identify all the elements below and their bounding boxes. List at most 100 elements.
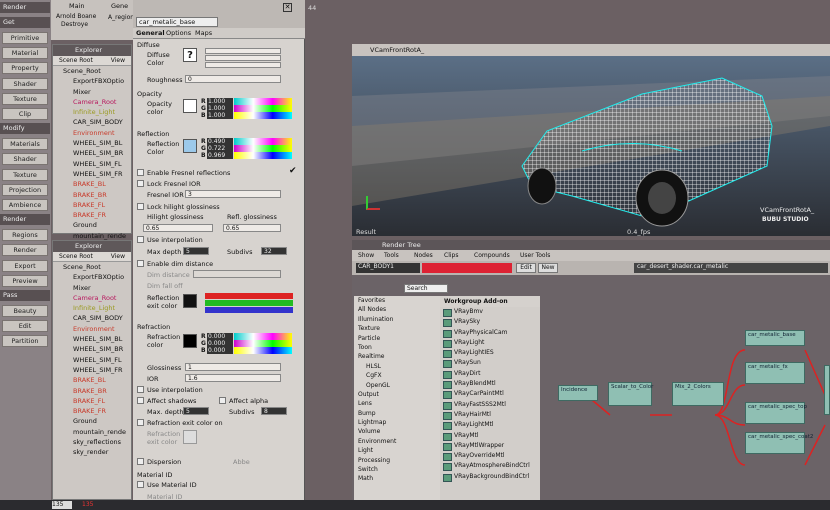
channel-slider[interactable] — [234, 138, 292, 145]
diffuse-color-swatch[interactable]: ? — [183, 48, 197, 62]
use-mat-id-checkbox[interactable] — [137, 481, 144, 488]
opacity-swatch[interactable] — [183, 99, 197, 113]
tree-node[interactable]: BRAKE_BR — [63, 386, 131, 396]
refl-gloss-field[interactable]: 0.65 — [223, 224, 281, 232]
category-item[interactable]: Math — [358, 474, 440, 483]
button-shader[interactable]: Shader — [2, 77, 48, 90]
menu-tools[interactable]: Tools — [384, 252, 399, 259]
explorer-scope[interactable]: Scene Root View — [53, 252, 131, 262]
ior-field[interactable]: 1.6 — [185, 374, 281, 382]
max-depth-field[interactable]: 5 — [183, 247, 209, 255]
category-item[interactable]: Volume — [358, 427, 440, 436]
dim-distance-field[interactable] — [193, 270, 281, 278]
category-item[interactable]: Particle — [358, 334, 440, 343]
category-item[interactable]: Switch — [358, 465, 440, 474]
tree-node[interactable]: WHEEL_SIM_FR — [63, 365, 131, 375]
button-materials[interactable]: Materials — [2, 138, 48, 151]
channel-slider[interactable] — [234, 145, 292, 152]
tree-node[interactable]: WHEEL_SIM_FR — [63, 169, 131, 179]
tree-node[interactable]: ExportFBXOptio — [63, 76, 131, 86]
category-item[interactable]: Texture — [358, 324, 440, 333]
shader-item[interactable]: VRayMtlWrapper — [440, 441, 540, 452]
shader-item[interactable]: VRayPhysicalCam — [440, 328, 540, 338]
node-spec-coat2[interactable]: car_metalic_spec_coat2 — [745, 432, 813, 454]
fresnel-ior-field[interactable]: 3 — [185, 190, 281, 198]
category-item[interactable]: Favorites — [358, 296, 440, 305]
use-interp-checkbox[interactable] — [137, 236, 144, 243]
render-viewport[interactable]: VCamFrontRotA_ BUBU STUDIO 0.4_fps Resul… — [352, 56, 830, 236]
refr-exit-on-checkbox[interactable] — [137, 419, 144, 426]
shader-item[interactable]: VRayMtl — [440, 431, 540, 441]
shader-item[interactable]: VRayFastSSS2Mtl — [440, 400, 540, 410]
affect-alpha-checkbox[interactable] — [219, 397, 226, 404]
button-beauty[interactable]: Beauty — [2, 305, 48, 317]
diffuse-b-field[interactable] — [205, 62, 281, 68]
tree-node[interactable]: mountain_rende — [63, 427, 131, 437]
object-select[interactable]: CAR_BODY1 — [356, 263, 420, 273]
shader-item[interactable]: VRayLightIES — [440, 348, 540, 359]
category-item[interactable]: HLSL — [358, 362, 440, 371]
material-select[interactable] — [422, 263, 512, 273]
tree-node[interactable]: BRAKE_BL — [63, 375, 131, 385]
tree-node[interactable]: Environment — [63, 128, 131, 138]
diffuse-g-field[interactable] — [205, 55, 281, 61]
shader-item[interactable]: VRayCarPaintMtl — [440, 389, 540, 400]
channel-slider[interactable] — [234, 333, 292, 340]
dispersion-checkbox[interactable] — [137, 458, 144, 465]
channel-value[interactable]: 1.000 — [207, 112, 233, 119]
button-texture[interactable]: Texture — [2, 168, 48, 181]
category-item[interactable]: Lens — [358, 399, 440, 408]
enable-dim-checkbox[interactable] — [137, 260, 144, 267]
button-regions[interactable]: Regions — [2, 229, 48, 242]
button-ambience[interactable]: Ambience — [2, 199, 48, 211]
button-texture[interactable]: Texture — [2, 92, 48, 105]
subdivs-field[interactable]: 32 — [261, 247, 287, 255]
section-render[interactable]: Render — [0, 214, 50, 226]
tree-node[interactable]: Camera_Root — [63, 293, 131, 303]
node-scalar-to-color[interactable]: Scalar_to_Color — [608, 382, 653, 406]
menu-user-tools[interactable]: User Tools — [520, 252, 550, 259]
shader-path-field[interactable]: car_desert_shader.car_metalic — [634, 263, 828, 273]
tree-node[interactable]: BRAKE_FL — [63, 200, 131, 210]
tree-node[interactable]: Ground — [63, 220, 131, 230]
category-item[interactable]: OpenGL — [358, 381, 440, 390]
tree-node[interactable]: Environment — [63, 324, 131, 334]
tree-node[interactable]: CAR_SIM_BODY — [63, 313, 131, 323]
search-input[interactable]: Search — [404, 284, 448, 293]
tree-node[interactable]: CAR_SIM_BODY — [63, 117, 131, 127]
category-item[interactable]: Light — [358, 446, 440, 455]
category-item[interactable]: Processing — [358, 456, 440, 465]
button-material[interactable]: Material — [2, 47, 48, 60]
tree-node[interactable]: Ground — [63, 416, 131, 426]
edit-button[interactable]: Edit — [516, 263, 536, 273]
category-item[interactable]: Environment — [358, 437, 440, 446]
tree-node[interactable]: Scene_Root — [63, 66, 131, 76]
refl-exit-r[interactable] — [205, 293, 293, 299]
category-item[interactable]: Output — [358, 390, 440, 399]
channel-slider[interactable] — [234, 105, 292, 112]
node-metalic-base[interactable]: car_metalic_base — [745, 330, 805, 346]
glossiness-field[interactable]: 1 — [185, 363, 281, 371]
channel-value[interactable]: 0.490 — [207, 138, 233, 145]
category-item[interactable]: Realtime — [358, 352, 440, 361]
shader-item[interactable]: VRayLightMtl — [440, 420, 540, 431]
category-item[interactable]: All Nodes — [358, 305, 440, 314]
new-button[interactable]: New — [538, 263, 558, 273]
menu-nodes[interactable]: Nodes — [414, 252, 433, 259]
shader-item[interactable]: VRayHairMtl — [440, 410, 540, 421]
node-spec-top[interactable]: car_metalic_spec_top — [745, 402, 807, 424]
menu-clips[interactable]: Clips — [444, 252, 458, 259]
viewport-camera-name[interactable]: VCamFrontRotA_ — [370, 46, 424, 54]
channel-slider[interactable] — [234, 98, 292, 105]
ppg-name-field[interactable]: car_metalic_base — [136, 17, 218, 27]
node-metalic-fx[interactable]: car_metalic_fx — [745, 362, 805, 384]
max-depth2-field[interactable]: 5 — [183, 407, 209, 415]
shader-item[interactable]: VRayAtmosphereBindCtrl — [440, 461, 540, 472]
lock-hilight-checkbox[interactable] — [137, 203, 144, 210]
tree-node[interactable]: ExportFBXOptio — [63, 272, 131, 282]
tree-node[interactable]: BRAKE_BR — [63, 190, 131, 200]
channel-value[interactable]: 1.000 — [207, 98, 233, 105]
close-icon[interactable]: ✕ — [283, 3, 292, 12]
timeline-current[interactable]: 135 — [82, 501, 93, 508]
section-get[interactable]: Get — [0, 17, 50, 28]
